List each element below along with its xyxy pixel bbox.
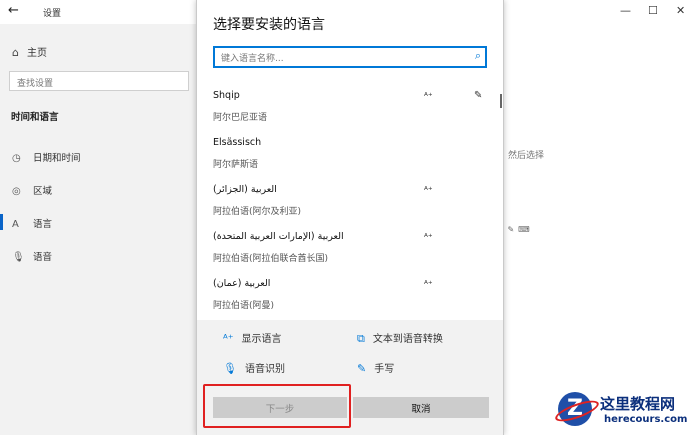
watermark: Z 这里教程网 herecours.com: [552, 390, 700, 435]
language-name: Elsässisch: [213, 137, 262, 148]
globe-icon: ◎: [12, 186, 21, 197]
list-item[interactable]: العربية (عمان) 阿拉伯语(阿曼) ᴬ⁺: [197, 274, 503, 316]
list-item[interactable]: Shqip 阿尔巴尼亚语 ᴬ⁺ ✎: [197, 86, 503, 133]
sidebar-item-region[interactable]: ◎ 区域: [12, 183, 52, 197]
legend-label: 语音识别: [244, 364, 285, 375]
minimize-button[interactable]: —: [620, 4, 631, 17]
feature-legend: ᴬ⁺ 显示语言 ⧉ 文本到语音转换 🎙 语音识别 ✎ 手写: [197, 320, 503, 380]
settings-search-input[interactable]: 查找设置: [9, 71, 189, 91]
language-list: Shqip 阿尔巴尼亚语 ᴬ⁺ ✎ Elsässisch 阿尔萨斯语 العرب…: [197, 86, 503, 316]
display-language-icon: ᴬ⁺: [424, 280, 433, 290]
arrow-left-icon[interactable]: ←: [8, 3, 19, 18]
sidebar-item-label: 语言: [33, 219, 53, 230]
language-native-name: 阿尔巴尼亚语: [213, 113, 268, 123]
legend-display-language: ᴬ⁺ 显示语言: [223, 330, 282, 345]
language-native-name: 阿拉伯语(阿尔及利亚): [213, 207, 302, 217]
watermark-url: herecours.com: [604, 414, 688, 425]
highlight-annotation: [203, 384, 351, 428]
right-panel-feature-icons: ᴬ✎⌨: [500, 225, 534, 234]
sidebar-item-date-time[interactable]: ◷ 日期和时间: [12, 150, 81, 164]
legend-speech-recognition: 🎙 语音识别: [223, 360, 285, 375]
search-icon[interactable]: ⌕: [475, 49, 481, 63]
microphone-icon: 🎙: [12, 252, 25, 263]
language-native-name: 阿拉伯语(阿拉伯联合酋长国): [213, 254, 329, 264]
window-title: 设置: [43, 9, 62, 19]
maximize-button[interactable]: ☐: [648, 4, 658, 17]
cancel-button[interactable]: 取消: [353, 397, 489, 418]
list-item[interactable]: العربية (الإمارات العربية المتحدة) 阿拉伯语(…: [197, 227, 503, 274]
section-heading: 时间和语言: [11, 112, 59, 123]
sidebar-item-label: 区域: [33, 186, 53, 197]
language-icon: A: [12, 219, 19, 230]
watermark-title: 这里教程网: [600, 395, 676, 413]
display-language-icon: ᴬ⁺: [424, 92, 433, 102]
sidebar-item-label: 语音: [33, 252, 53, 263]
display-language-icon: ᴬ⁺: [424, 186, 433, 196]
microphone-icon: 🎙: [223, 362, 237, 375]
list-item[interactable]: Elsässisch 阿尔萨斯语: [197, 133, 503, 180]
clock-calendar-icon: ◷: [12, 153, 21, 164]
display-language-icon: ᴬ⁺: [424, 233, 433, 243]
dialog-content: 选择要安装的语言 键入语言名称... ⌕ Shqip 阿尔巴尼亚语 ᴬ⁺ ✎ E…: [197, 0, 503, 320]
nav-home[interactable]: ⌂ 主页: [12, 44, 47, 59]
sidebar-item-language[interactable]: A 语言: [12, 216, 52, 230]
nav-home-label: 主页: [26, 48, 47, 59]
dialog-title: 选择要安装的语言: [213, 17, 325, 33]
text-to-speech-icon: ⧉: [357, 332, 365, 345]
language-search-input[interactable]: 键入语言名称... ⌕: [213, 46, 487, 68]
handwriting-icon: ✎: [474, 90, 483, 101]
scrollbar[interactable]: [500, 94, 502, 108]
language-native-name: 阿拉伯语(阿曼): [213, 301, 275, 311]
legend-handwriting: ✎ 手写: [357, 360, 394, 375]
install-language-dialog: 选择要安装的语言 键入语言名称... ⌕ Shqip 阿尔巴尼亚语 ᴬ⁺ ✎ E…: [196, 0, 504, 435]
sidebar-item-speech[interactable]: 🎙 语音: [12, 249, 52, 263]
language-name: العربية (الجزائر): [213, 184, 277, 195]
settings-search-placeholder: 查找设置: [17, 79, 54, 89]
legend-label: 手写: [374, 364, 395, 375]
language-search-placeholder: 键入语言名称...: [221, 54, 284, 64]
legend-text-to-speech: ⧉ 文本到语音转换: [357, 330, 443, 346]
legend-label: 显示语言: [241, 334, 282, 345]
language-name: Shqip: [213, 90, 240, 101]
watermark-logo: Z: [558, 392, 592, 426]
list-item[interactable]: العربية (الجزائر) 阿拉伯语(阿尔及利亚) ᴬ⁺: [197, 180, 503, 227]
sidebar-item-label: 日期和时间: [33, 153, 81, 164]
language-name: العربية (الإمارات العربية المتحدة): [213, 231, 344, 242]
close-button[interactable]: ✕: [676, 4, 685, 17]
selected-indicator: [0, 214, 3, 230]
language-native-name: 阿尔萨斯语: [213, 160, 259, 170]
home-icon: ⌂: [12, 46, 19, 59]
language-name: العربية (عمان): [213, 278, 271, 289]
right-panel-text: 然后选择: [508, 151, 545, 161]
legend-label: 文本到语音转换: [372, 334, 443, 345]
handwriting-icon: ✎: [357, 362, 367, 375]
display-language-icon: ᴬ⁺: [223, 332, 234, 345]
